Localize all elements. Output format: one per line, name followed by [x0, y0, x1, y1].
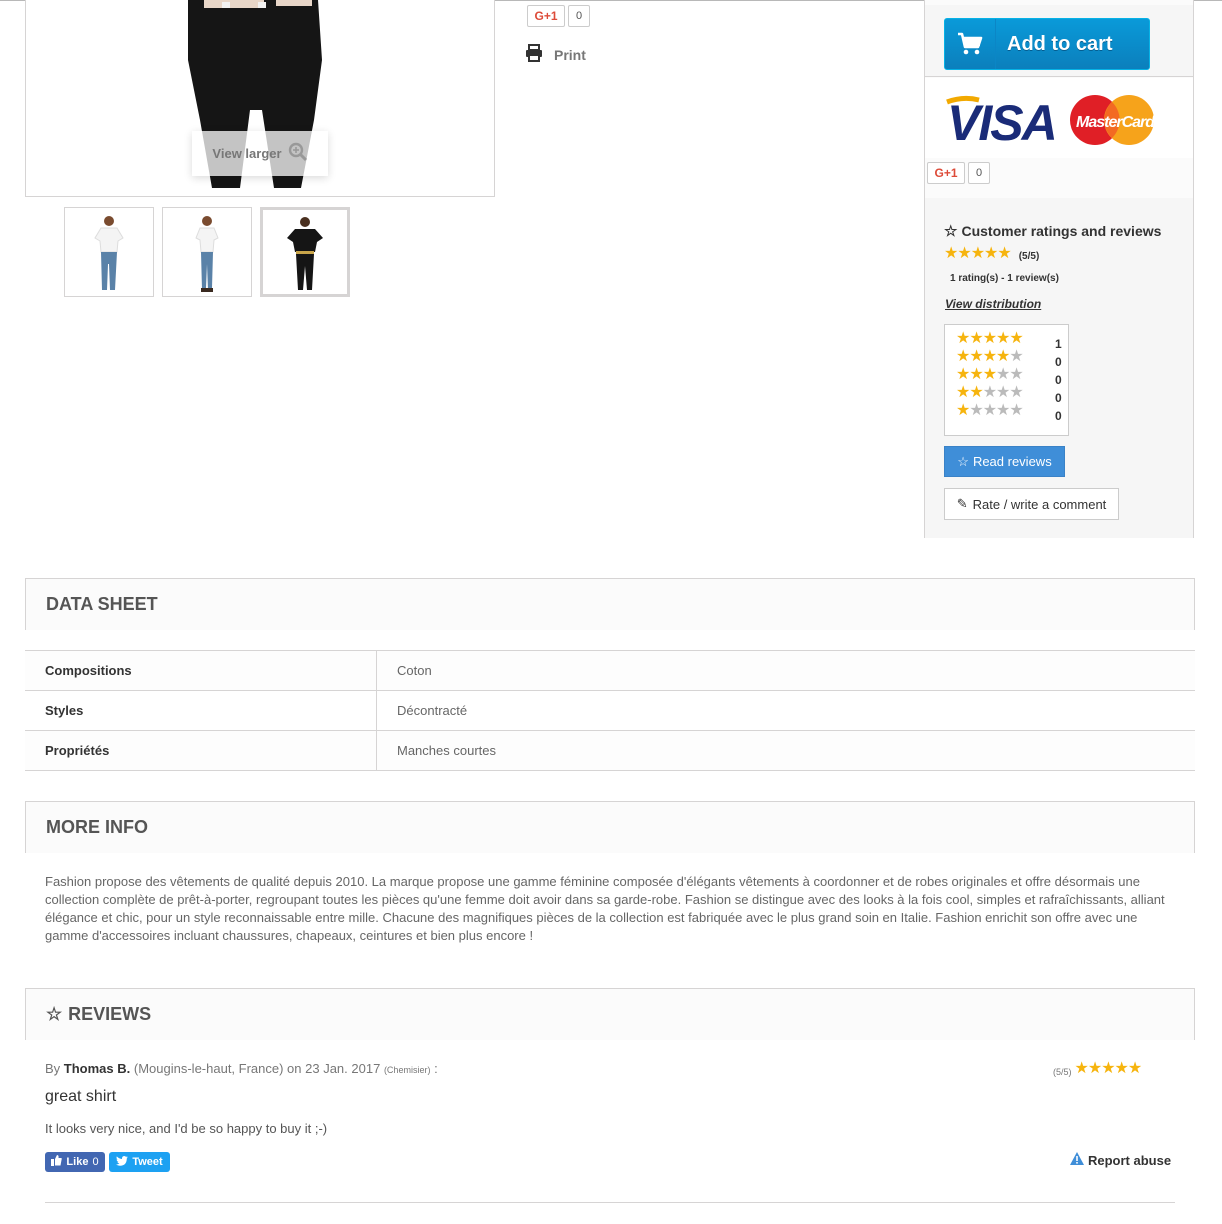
thumbnail-3[interactable]	[260, 207, 350, 297]
data-sheet-key: Compositions	[25, 651, 377, 690]
view-distribution-link[interactable]: View distribution	[945, 297, 1041, 311]
data-sheet-value: Décontracté	[397, 703, 468, 718]
distribution-row-5: ★★★★★	[956, 330, 1024, 347]
visa-mastercard-logo: VISA MasterCard	[946, 95, 1157, 151]
distribution-row-2: ★★ ★★★	[956, 384, 1024, 401]
distribution-count-3: 0	[1055, 373, 1062, 387]
review-product: (Chemisier)	[383, 1065, 431, 1075]
gplus-share[interactable]: G+1 0	[527, 5, 590, 27]
zoom-icon	[288, 142, 308, 165]
rating-stars: ★★★★★	[944, 244, 1012, 262]
distribution-row-4: ★★★★ ★	[956, 348, 1024, 365]
ratings-summary: 1 rating(s) - 1 review(s)	[950, 273, 1059, 284]
model-black-top-image	[287, 217, 323, 290]
payment-logos: VISA MasterCard	[925, 78, 1193, 158]
read-reviews-label: Read reviews	[972, 454, 1052, 469]
thumbnail-2[interactable]	[162, 207, 252, 297]
review-score: (5/5)	[1053, 1067, 1072, 1077]
star-outline-icon: ☆	[944, 223, 958, 240]
star-outline-icon: ☆	[46, 1004, 63, 1024]
twitter-bird-icon	[116, 1155, 129, 1169]
add-to-cart-button[interactable]: Add to cart	[944, 18, 1150, 70]
stars-1: ★	[956, 402, 970, 419]
gplus-button[interactable]: G+1	[527, 5, 565, 27]
review-rating: (5/5) ★★★★★	[1053, 1060, 1143, 1078]
average-score: (5/5)	[1018, 251, 1040, 262]
table-row: Compositions Coton	[25, 651, 1195, 691]
gplus-count-buybox: 0	[968, 162, 990, 184]
distribution-count-4: 0	[1055, 355, 1062, 369]
distribution-row-1: ★ ★★★★	[956, 402, 1024, 419]
svg-text:VISA: VISA	[947, 95, 1056, 151]
report-abuse-link[interactable]: Report abuse	[1070, 1152, 1171, 1168]
gplus-button-buybox[interactable]: G+1	[927, 162, 965, 184]
warning-icon	[1070, 1152, 1084, 1168]
distribution-count-1: 0	[1055, 409, 1062, 423]
like-count: 0	[92, 1156, 99, 1168]
read-reviews-button[interactable]: ☆ Read reviews	[944, 446, 1065, 477]
data-sheet-value: Coton	[397, 663, 432, 678]
stars-4: ★★★★	[956, 348, 1010, 365]
model-white-top-image	[94, 216, 124, 290]
stars-2: ★★	[956, 384, 984, 401]
reviews-title: REVIEWS	[68, 1004, 152, 1024]
view-larger-label: View larger	[212, 146, 282, 161]
distribution-count-2: 0	[1055, 391, 1062, 405]
data-sheet-heading: DATA SHEET	[25, 578, 1195, 630]
data-sheet-table: Compositions Coton Styles Décontracté Pr…	[25, 650, 1195, 771]
facebook-like-button[interactable]: Like 0	[45, 1152, 105, 1172]
gplus-count: 0	[568, 5, 590, 27]
review-colon: :	[434, 1061, 438, 1076]
svg-text:MasterCard: MasterCard	[1076, 114, 1156, 131]
tweet-label: Tweet	[132, 1156, 163, 1168]
rating-distribution: ★★★★★ 1 ★★★★ ★ 0 ★★★ ★★ 0 ★★ ★★★ 0 ★ ★★★★ 0	[944, 324, 1069, 436]
thumbs-up-icon	[51, 1155, 63, 1169]
review-divider	[45, 1202, 1175, 1203]
review-body: It looks very nice, and I'd be so happy …	[45, 1121, 328, 1136]
more-info-heading: MORE INFO	[25, 801, 1195, 853]
star-outline-icon: ☆	[957, 453, 969, 469]
like-label: Like	[66, 1156, 89, 1168]
data-sheet-value: Manches courtes	[397, 743, 496, 758]
rate-write-comment-button[interactable]: ✎ Rate / write a comment	[944, 488, 1119, 520]
review-meta: By Thomas B. (Mougins-le-haut, France) o…	[45, 1061, 438, 1076]
review-by-label: By	[45, 1061, 61, 1076]
review-author: Thomas B.	[63, 1061, 131, 1076]
average-rating: ★★★★★ (5/5)	[944, 245, 1039, 262]
rate-label: Rate / write a comment	[972, 496, 1107, 512]
distribution-count-5: 1	[1055, 337, 1062, 351]
pencil-icon: ✎	[956, 496, 968, 511]
table-row: Propriétés Manches courtes	[25, 731, 1195, 771]
printer-icon	[525, 44, 543, 65]
view-larger-button[interactable]: View larger	[192, 131, 328, 176]
add-to-cart-label: Add to cart	[1007, 32, 1113, 55]
review-title: great shirt	[45, 1088, 117, 1105]
model-white-top-side-image	[195, 216, 219, 292]
tweet-button[interactable]: Tweet	[109, 1152, 170, 1172]
gplus-share-buybox[interactable]: G+1 0	[927, 162, 990, 184]
stars-3: ★★★	[956, 366, 997, 383]
cart-icon	[945, 19, 996, 69]
more-info-text: Fashion propose des vêtements de qualité…	[45, 874, 1165, 943]
more-info-title: MORE INFO	[46, 817, 148, 837]
ratings-title: ☆ Customer ratings and reviews	[944, 222, 1161, 240]
table-row: Styles Décontracté	[25, 691, 1195, 731]
print-label: Print	[554, 46, 586, 63]
reviews-heading: ☆ REVIEWS	[25, 988, 1195, 1040]
stars-5: ★★★★★	[956, 330, 1024, 347]
ratings-title-text: Customer ratings and reviews	[961, 223, 1162, 239]
print-link[interactable]: Print	[525, 44, 586, 65]
data-sheet-title: DATA SHEET	[46, 594, 158, 614]
review-stars: ★★★★★	[1074, 1060, 1143, 1077]
data-sheet-key: Propriétés	[25, 731, 377, 770]
report-abuse-label: Report abuse	[1088, 1152, 1172, 1168]
data-sheet-key: Styles	[25, 691, 377, 730]
thumbnail-1[interactable]	[64, 207, 154, 297]
distribution-row-3: ★★★ ★★	[956, 366, 1024, 383]
review-location-date: (Mougins-le-haut, France) on 23 Jan. 201…	[133, 1061, 381, 1076]
